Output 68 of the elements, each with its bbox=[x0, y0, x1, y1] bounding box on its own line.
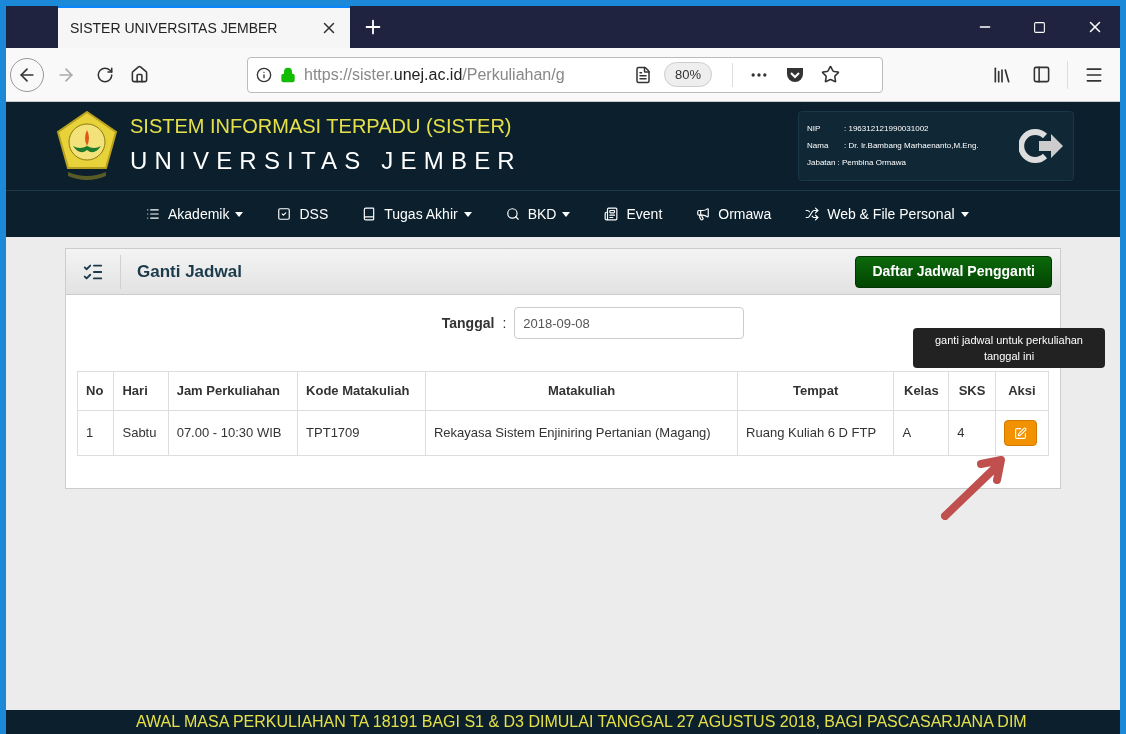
caret-icon bbox=[960, 211, 969, 217]
column-header: Kelas bbox=[893, 371, 949, 411]
logout-icon[interactable] bbox=[1019, 128, 1065, 164]
zoom-level[interactable]: 80% bbox=[664, 61, 713, 88]
column-header: Tempat bbox=[737, 371, 894, 411]
book-icon bbox=[362, 207, 377, 221]
site-subtitle: UNIVERSITAS JEMBER bbox=[130, 145, 522, 176]
nav-link[interactable]: BKD bbox=[505, 203, 571, 225]
nav-link[interactable]: DSS bbox=[277, 203, 329, 225]
address-bar[interactable]: https://sister.unej.ac.id/Perkuliahan/g 80% bbox=[247, 56, 883, 93]
date-label: Tanggal bbox=[441, 313, 495, 333]
url-text: https://sister.unej.ac.id/Perkuliahan/g bbox=[304, 64, 566, 85]
shield-icon[interactable] bbox=[785, 65, 806, 84]
newspaper-icon bbox=[604, 207, 619, 221]
search-icon bbox=[505, 207, 520, 221]
shuffle-icon bbox=[805, 207, 820, 221]
nav-link[interactable]: Event bbox=[604, 203, 663, 225]
announcement-text: AWAL MASA PERKULIAHAN TA 18191 BAGI S1 & D3 DIMULAI TANGGAL 27 AGUSTUS 2018, BAGI PASCASARJANA DIM bbox=[136, 712, 1027, 732]
user-field-label: Jabatan bbox=[807, 157, 836, 169]
table-cell: TPT1709 bbox=[297, 410, 426, 456]
university-logo bbox=[56, 110, 118, 182]
column-header: SKS bbox=[948, 371, 996, 411]
table-cell: 07.00 - 10:30 WIB bbox=[168, 410, 298, 456]
column-header: Matakuliah bbox=[425, 371, 738, 411]
table-cell: 1 bbox=[77, 410, 114, 456]
maximize-icon[interactable] bbox=[1033, 20, 1046, 34]
site-title: SISTEM INFORMASI TERPADU (SISTER) bbox=[130, 113, 513, 139]
caret-icon bbox=[235, 211, 244, 217]
table-cell: A bbox=[893, 410, 949, 456]
checkbox-icon bbox=[277, 207, 292, 221]
user-field-value: : Pembina Ormawa bbox=[837, 157, 906, 169]
schedule-tooltip: ganti jadwal untuk perkuliahan tanggal ini bbox=[913, 328, 1105, 368]
column-header: Hari bbox=[114, 371, 169, 411]
edit-icon bbox=[1013, 426, 1027, 440]
table-cell: Rekayasa Sistem Enjiniring Pertanian (Magang) bbox=[425, 410, 738, 456]
column-header: Aksi bbox=[995, 371, 1049, 411]
lock-icon bbox=[280, 66, 296, 83]
nav-link[interactable]: Akademik bbox=[146, 203, 244, 225]
home-icon[interactable] bbox=[130, 65, 149, 84]
user-field-value: : 196312121990031002 bbox=[844, 123, 929, 135]
nav-link[interactable]: Web & File Personal bbox=[805, 203, 969, 225]
column-header: No bbox=[77, 371, 114, 411]
date-field[interactable]: 2018-09-08 bbox=[514, 307, 745, 339]
reader-view-icon[interactable] bbox=[634, 65, 652, 84]
panel-title: Ganti Jadwal bbox=[137, 260, 242, 283]
edit-button[interactable] bbox=[1003, 420, 1037, 446]
column-header: Jam Perkuliahan bbox=[168, 371, 298, 411]
nav-link[interactable]: Ormawa bbox=[696, 203, 772, 225]
table-cell: Sabtu bbox=[114, 410, 169, 456]
user-field-value: : Dr. Ir.Bambang Marhaenanto,M.Eng. bbox=[844, 140, 979, 152]
sidebar-icon[interactable] bbox=[1032, 65, 1051, 84]
table-cell: 4 bbox=[948, 410, 996, 456]
table-cell: Ruang Kuliah 6 D FTP bbox=[737, 410, 894, 456]
user-field-label: NIP bbox=[807, 123, 822, 135]
list-icon bbox=[146, 207, 160, 221]
info-icon bbox=[256, 66, 272, 83]
megaphone-icon bbox=[696, 207, 711, 221]
bookmark-star-icon[interactable] bbox=[821, 65, 841, 84]
caret-icon bbox=[562, 211, 571, 217]
user-field-label: Nama bbox=[807, 140, 830, 152]
caret-icon bbox=[463, 211, 472, 217]
browser-tab[interactable]: SISTER UNIVERSITAS JEMBER bbox=[58, 6, 350, 48]
column-header: Kode Matakuliah bbox=[297, 371, 426, 411]
tab-title: SISTER UNIVERSITAS JEMBER bbox=[70, 18, 279, 38]
date-separator: : bbox=[502, 313, 507, 333]
nav-link[interactable]: Tugas Akhir bbox=[362, 203, 472, 225]
reload-icon[interactable] bbox=[96, 65, 114, 84]
replacement-schedule-button[interactable]: Daftar Jadwal Pengganti bbox=[855, 255, 1052, 288]
